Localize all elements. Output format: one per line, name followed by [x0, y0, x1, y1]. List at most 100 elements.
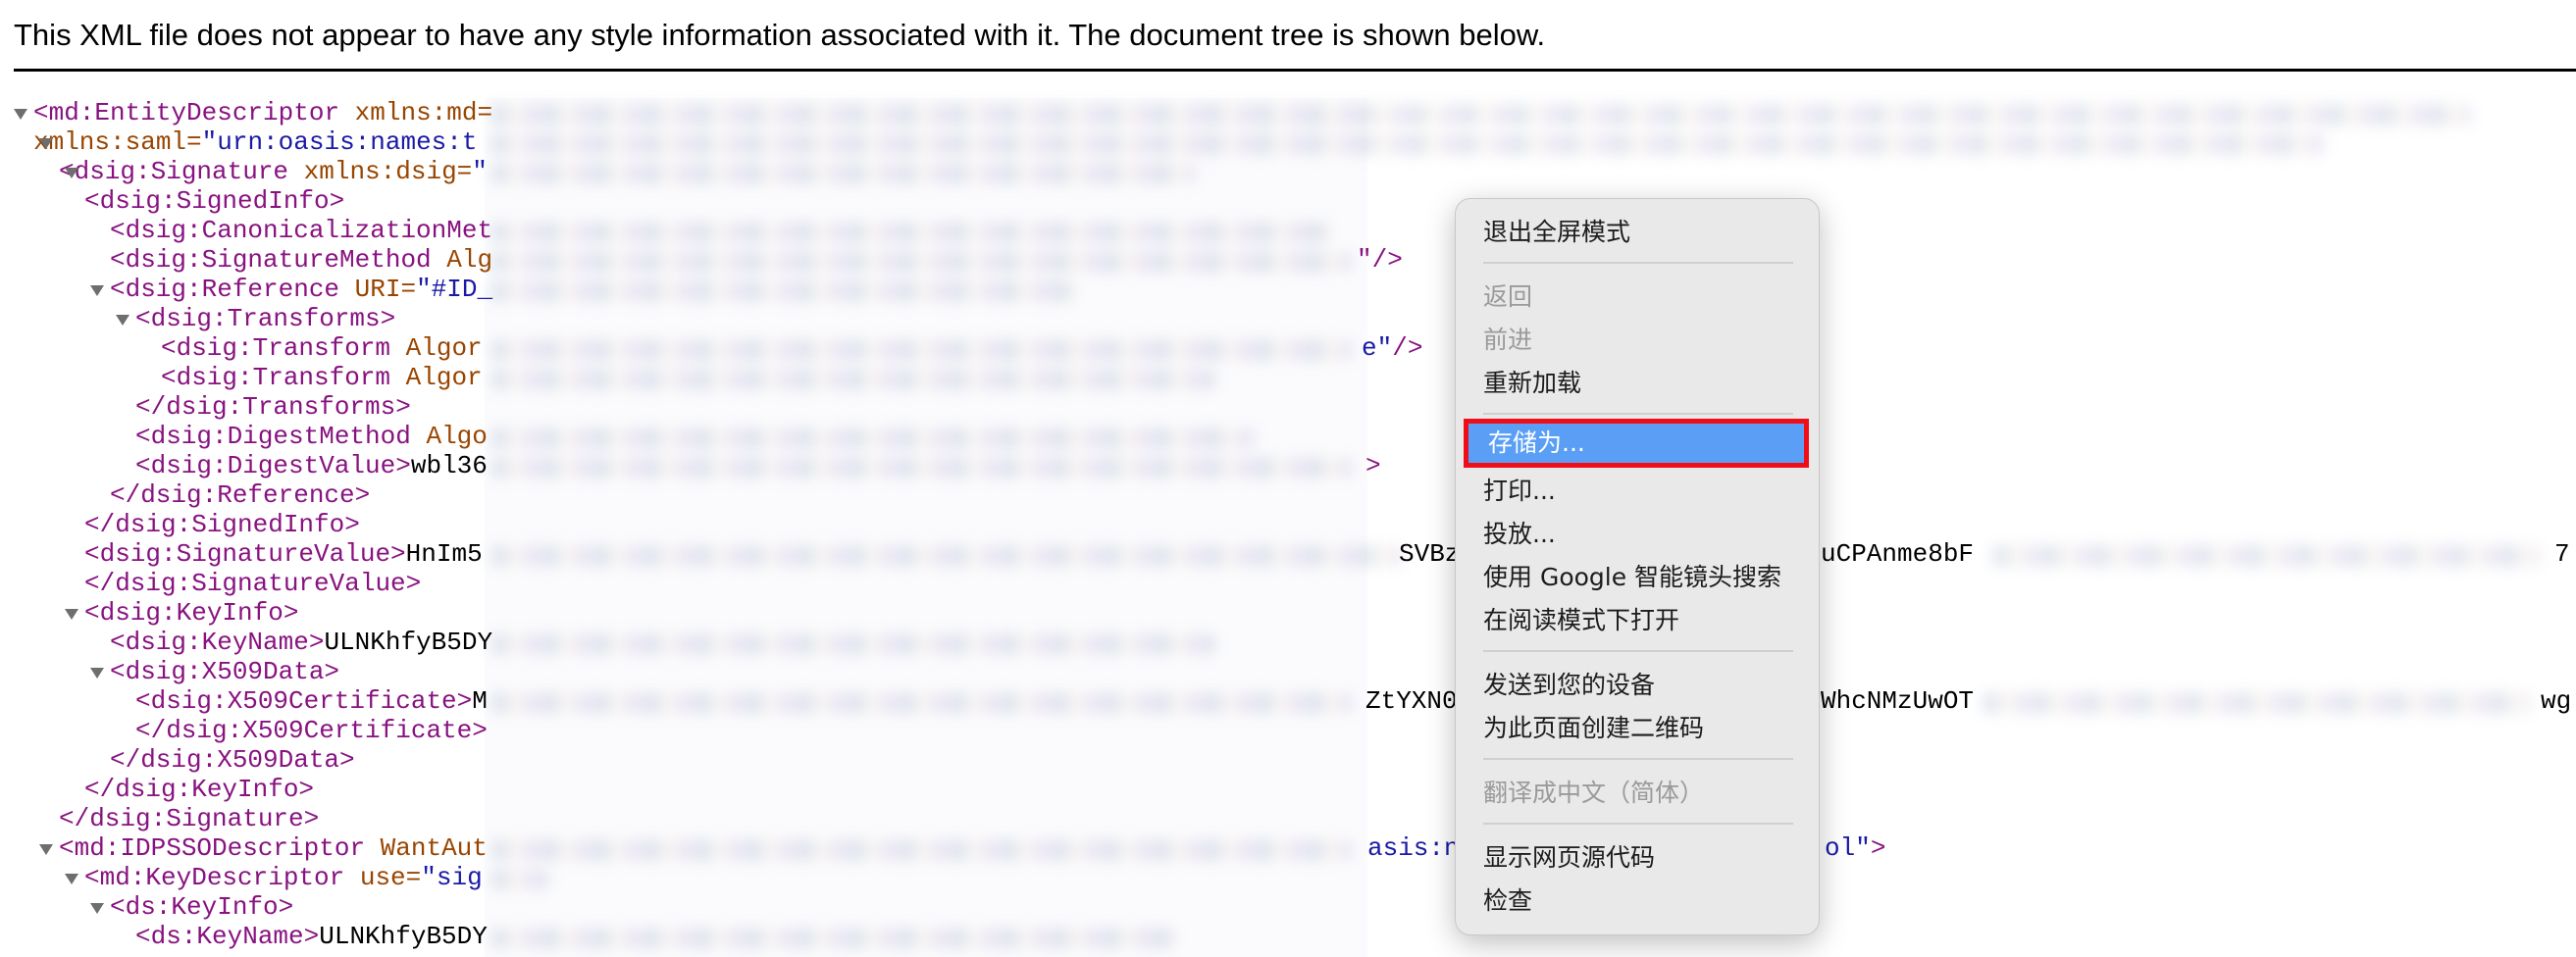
menu-item-cast[interactable]: 投放...	[1483, 515, 1797, 554]
xml-tag: <dsig:Reference	[110, 275, 340, 304]
xml-attribute: WantAut	[365, 833, 488, 863]
xml-line: <dsig:DigestMethod Algo	[135, 422, 488, 451]
xml-attribute-value: ol"	[1825, 833, 1871, 863]
xml-tag: <dsig:X509Certificate>	[135, 686, 473, 716]
menu-item-reader-mode[interactable]: 在阅读模式下打开	[1483, 601, 1797, 640]
xml-tag: </dsig:KeyInfo>	[84, 775, 315, 804]
xml-attribute: xmlns:dsig=	[288, 157, 473, 186]
expand-triangle-icon[interactable]	[39, 138, 53, 149]
xml-line: <dsig:X509Data>	[110, 657, 339, 686]
xml-tag: </dsig:X509Data>	[110, 745, 355, 775]
xml-tag: >	[1365, 451, 1381, 480]
expand-triangle-icon[interactable]	[65, 609, 78, 620]
xml-tag: <dsig:Transforms>	[135, 304, 396, 333]
expand-triangle-icon[interactable]	[90, 285, 104, 296]
menu-item-send-to-devices[interactable]: 发送到您的设备	[1483, 666, 1797, 705]
redacted-text-6	[490, 251, 1354, 273]
menu-item-save-as[interactable]: 存储为...	[1464, 419, 1809, 468]
menu-item-forward[interactable]: 前进	[1483, 321, 1797, 360]
xml-line: <dsig:Transform Algor	[161, 363, 483, 392]
xml-line: <dsig:X509Certificate>M	[135, 686, 488, 716]
xml-line: <dsig:Reference URI="#ID_	[110, 275, 492, 304]
xml-attribute-value: "#ID_	[416, 275, 493, 304]
xml-text: ZtYXN0	[1365, 686, 1458, 716]
xml-line: <dsig:Transform Algor	[161, 333, 483, 363]
menu-item-exit-fullscreen[interactable]: 退出全屏模式	[1483, 213, 1797, 252]
xml-line: <dsig:KeyInfo>	[84, 598, 298, 628]
menu-item-print[interactable]: 打印...	[1483, 472, 1797, 511]
xml-text: WhcNMzUwOT	[1821, 686, 1975, 716]
redacted-text-9	[490, 339, 1354, 361]
menu-item-google-lens[interactable]: 使用 Google 智能镜头搜索	[1483, 558, 1797, 597]
xml-tag: <dsig:SignatureValue>	[84, 539, 406, 569]
xml-attribute: xmlns:saml=	[33, 127, 202, 157]
header-divider	[14, 69, 2576, 72]
xml-line: <md:IDPSSODescriptor WantAut	[59, 833, 488, 863]
menu-item-translate[interactable]: 翻译成中文（简体）	[1483, 774, 1797, 813]
xml-tag: </dsig:SignatureValue>	[84, 569, 422, 598]
expand-triangle-icon[interactable]	[90, 668, 104, 679]
menu-item-view-source[interactable]: 显示网页源代码	[1483, 838, 1797, 878]
xml-text: wbl36	[410, 451, 488, 480]
menu-item-save-as-label: 存储为...	[1488, 428, 1585, 457]
xml-style-notice: This XML file does not appear to have an…	[14, 18, 1546, 52]
xml-attribute: xmlns:md=	[339, 98, 493, 127]
xml-line: <dsig:SignatureValue>HnIm5	[84, 539, 483, 569]
xml-line: <md:EntityDescriptor xmlns:md=	[33, 98, 492, 127]
expand-triangle-icon[interactable]	[65, 874, 78, 884]
xml-line: </dsig:KeyInfo>	[84, 775, 314, 804]
xml-tag: <dsig:X509Data>	[110, 657, 340, 686]
xml-tag: <dsig:KeyName>	[110, 628, 325, 657]
expand-triangle-icon[interactable]	[65, 168, 78, 178]
xml-line: </dsig:SignedInfo>	[84, 510, 360, 539]
menu-item-back[interactable]: 返回	[1483, 277, 1797, 317]
xml-attribute-value: "sig	[421, 863, 483, 892]
xml-tag: <dsig:Signature	[59, 157, 289, 186]
redacted-text-21b	[1982, 692, 2531, 714]
xml-text: ULNKhfyB5DY	[324, 628, 493, 657]
menu-item-inspect[interactable]: 检查	[1483, 881, 1797, 921]
expand-triangle-icon[interactable]	[14, 109, 27, 120]
expand-triangle-icon[interactable]	[116, 315, 129, 326]
expand-triangle-icon[interactable]	[90, 903, 104, 914]
xml-tag: </dsig:X509Certificate>	[135, 716, 488, 745]
xml-tag: "/>	[1357, 245, 1403, 275]
xml-tag: <dsig:SignedInfo>	[84, 186, 345, 216]
redacted-text-13	[490, 457, 1354, 478]
redacted-text-7	[490, 280, 1079, 302]
xml-attribute: Alg	[431, 245, 493, 275]
xml-text: uCPAnme8bF	[1821, 539, 1975, 569]
xml-line: <md:KeyDescriptor use="sig	[84, 863, 483, 892]
xml-tag: <dsig:KeyInfo>	[84, 598, 299, 628]
redacted-text-27	[490, 869, 549, 890]
xml-tag: <md:KeyDescriptor	[84, 863, 345, 892]
redacted-text-16	[490, 545, 1403, 567]
xml-text-fragment: ZtYXN0	[1365, 686, 1458, 716]
xml-attribute: Algo	[410, 422, 488, 451]
xml-tag: <ds:KeyName>	[135, 922, 320, 951]
xml-attribute: Algor	[390, 363, 483, 392]
xml-text-fragment: 7	[2554, 539, 2570, 569]
xml-text: wg	[2541, 686, 2572, 716]
xml-line: <dsig:KeyName>ULNKhfyB5DY	[110, 628, 492, 657]
redacted-text-10	[490, 369, 1216, 390]
xml-line-end: "/>	[1357, 245, 1403, 275]
menu-separator	[1483, 413, 1793, 415]
xml-tag: />	[1392, 333, 1423, 363]
menu-separator	[1483, 262, 1793, 264]
menu-separator	[1483, 758, 1793, 760]
redacted-text-12	[490, 428, 1256, 449]
xml-line-end: >	[1365, 451, 1381, 480]
menu-item-create-qr-code[interactable]: 为此页面创建二维码	[1483, 709, 1797, 748]
redacted-text-21	[490, 692, 1354, 714]
redacted-text-16b	[1991, 545, 2541, 567]
xml-attribute-value: "urn:oasis:names:t	[201, 127, 478, 157]
xml-text: 7	[2554, 539, 2570, 569]
redacted-text-26	[490, 839, 1354, 861]
xml-text-fragment: wg	[2541, 686, 2571, 716]
expand-triangle-icon[interactable]	[39, 844, 53, 855]
menu-item-reload[interactable]: 重新加载	[1483, 364, 1797, 403]
redacted-text-5	[490, 222, 1334, 243]
xml-tag: <dsig:Transform	[161, 363, 391, 392]
xml-attribute-value: e"	[1362, 333, 1393, 363]
